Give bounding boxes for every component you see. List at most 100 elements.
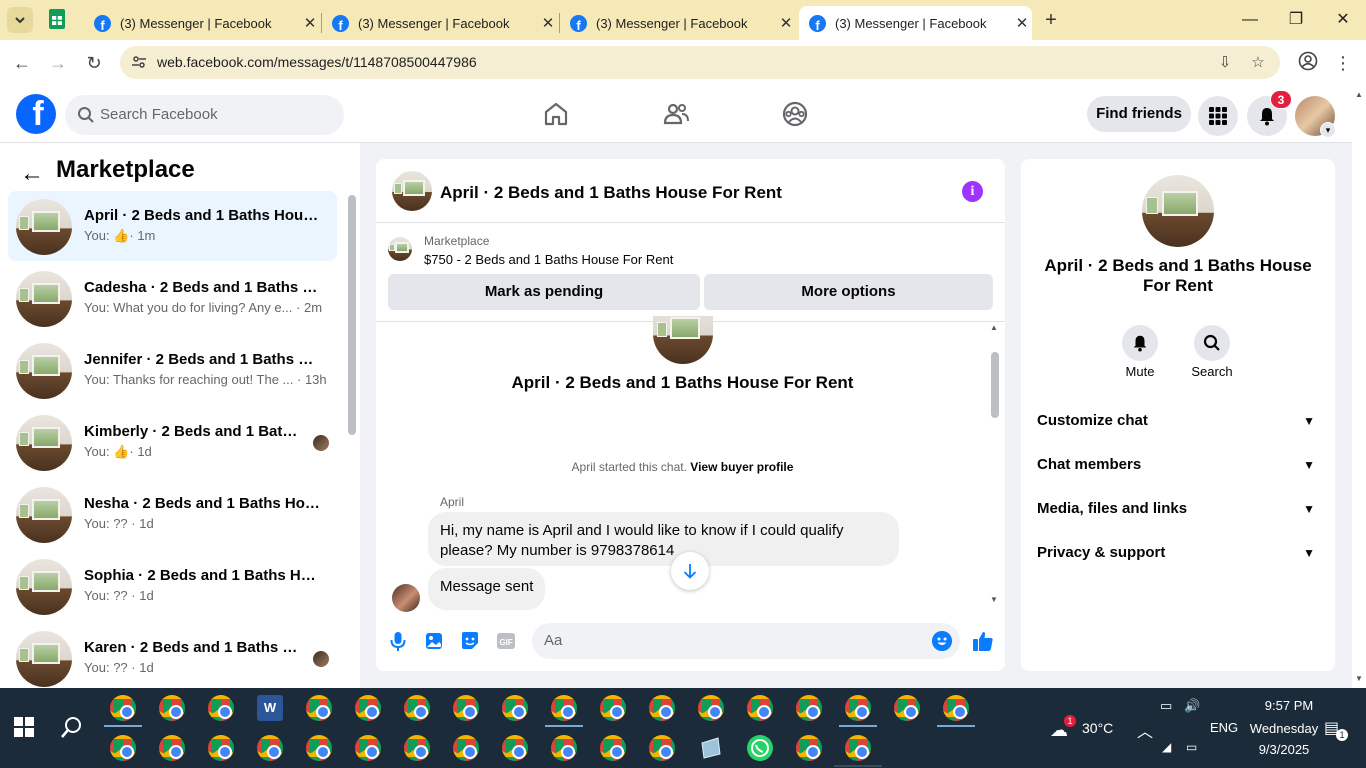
forward-button[interactable]: → [46,51,70,75]
find-friends-button[interactable]: Find friends [1087,96,1191,132]
sender-avatar[interactable] [392,584,420,612]
gif-icon[interactable]: GIF [495,630,517,652]
scroll-down-arrow[interactable]: ▼ [1355,674,1363,683]
media-files-links-section[interactable]: Media, files and links ▼ [1037,489,1319,529]
photo-icon[interactable] [423,630,445,652]
search-in-chat-button[interactable] [1194,325,1230,361]
temperature[interactable]: 30°C [1082,720,1113,736]
browser-tab-4-active[interactable]: f (3) Messenger | Facebook ✕ [799,6,1032,40]
site-info-icon[interactable] [130,54,148,72]
scroll-up-arrow[interactable]: ▲ [1355,90,1363,99]
page-scrollbar[interactable]: ▲ ▼ [1352,86,1366,688]
conversation-item[interactable]: Nesha · 2 Beds and 1 Baths Hous... You: … [8,479,337,549]
microphone-icon[interactable] [387,630,409,652]
chrome-profile-taskbar-icon[interactable] [698,695,724,721]
privacy-support-section[interactable]: Privacy & support ▼ [1037,533,1319,573]
chrome-profile-taskbar-icon[interactable] [894,695,920,721]
chrome-profile-taskbar-icon[interactable] [796,695,822,721]
emoji-icon[interactable] [932,631,952,651]
profile-icon[interactable] [1296,51,1320,75]
thumbs-up-icon[interactable] [972,630,994,652]
conversation-item[interactable]: Sophia · 2 Beds and 1 Baths Hou... You: … [8,551,337,621]
clock-time[interactable]: 9:57 PM [1254,698,1324,713]
chat-scrollbar[interactable] [991,352,999,418]
scroll-up-arrow[interactable]: ▲ [990,323,998,332]
conversation-item[interactable]: Jennifer · 2 Beds and 1 Baths Ho... You:… [8,335,337,405]
info-icon[interactable]: i [962,181,983,202]
sidebar-scrollbar[interactable] [348,195,356,435]
browser-tab-1[interactable]: f (3) Messenger | Facebook ✕ [84,6,320,40]
listing-thumbnail[interactable] [392,171,432,211]
close-icon[interactable]: ✕ [538,14,558,32]
chrome-profile-taskbar-icon[interactable] [355,695,381,721]
chevron-up-icon[interactable]: ︿ [1137,718,1153,742]
chrome-profile-taskbar-icon[interactable] [649,735,675,761]
chrome-menu-icon[interactable]: ⋮ [1331,51,1355,75]
chrome-profile-taskbar-icon[interactable] [110,735,136,761]
reload-button[interactable]: ↻ [82,51,106,75]
chrome-profile-taskbar-icon[interactable] [159,695,185,721]
new-tab-button[interactable]: + [1040,9,1062,31]
chrome-profile-taskbar-icon[interactable] [208,695,234,721]
mark-pending-button[interactable]: Mark as pending [388,274,700,310]
chrome-profile-taskbar-icon[interactable] [355,735,381,761]
chrome-profile-taskbar-icon[interactable] [551,735,577,761]
friends-icon[interactable] [662,100,690,128]
listing-price[interactable]: $750 - 2 Beds and 1 Baths House For Rent [424,252,673,267]
sheets-pinned-tab[interactable] [48,8,72,32]
chat-members-section[interactable]: Chat members ▼ [1037,445,1319,485]
chevron-down-icon[interactable]: ▾ [1320,122,1336,138]
battery-icon[interactable]: ▭ [1186,740,1197,754]
minimize-button[interactable]: — [1238,8,1262,32]
back-arrow-icon[interactable]: ← [20,160,44,188]
chrome-profile-taskbar-icon[interactable] [502,695,528,721]
calculator-app-icon[interactable] [698,735,724,761]
facebook-logo[interactable]: f [16,94,56,134]
chrome-profile-taskbar-icon[interactable] [404,735,430,761]
chrome-profile-taskbar-icon[interactable] [600,695,626,721]
view-buyer-profile-link[interactable]: View buyer profile [690,460,793,474]
chrome-taskbar-icon[interactable] [110,695,136,721]
meet-now-icon[interactable]: ▭ [1160,698,1172,714]
chrome-profile-taskbar-icon[interactable] [453,735,479,761]
customize-chat-section[interactable]: Customize chat ▼ [1037,401,1319,441]
chrome-profile-taskbar-icon[interactable] [747,695,773,721]
browser-tab-3[interactable]: f (3) Messenger | Facebook ✕ [560,6,796,40]
address-bar[interactable]: web.facebook.com/messages/t/114870850044… [120,46,1280,79]
network-icon[interactable]: ◢ [1162,740,1171,754]
word-taskbar-icon[interactable]: W [257,695,283,721]
chrome-profile-taskbar-icon[interactable] [943,695,969,721]
message-input[interactable]: Aa [532,623,960,659]
home-icon[interactable] [542,100,570,128]
groups-icon[interactable] [781,100,809,128]
browser-tab-2[interactable]: f (3) Messenger | Facebook ✕ [322,6,558,40]
search-icon[interactable] [60,715,84,739]
chrome-profile-taskbar-icon[interactable] [159,735,185,761]
chrome-profile-taskbar-icon[interactable] [551,695,577,721]
message-bubble[interactable]: Message sent [428,568,546,610]
tab-search-button[interactable] [7,7,33,33]
chrome-profile-taskbar-icon[interactable] [649,695,675,721]
conversation-item[interactable]: Cadesha · 2 Beds and 1 Baths Ho... You: … [8,263,337,333]
more-options-button[interactable]: More options [704,274,993,310]
window-close-button[interactable]: ✕ [1331,8,1355,32]
sticker-icon[interactable] [459,630,481,652]
chrome-profile-taskbar-icon[interactable] [502,735,528,761]
restore-button[interactable]: ❐ [1284,8,1308,32]
conversation-item[interactable]: April · 2 Beds and 1 Baths House... You:… [8,191,337,261]
chrome-profile-taskbar-icon[interactable] [306,695,332,721]
whatsapp-taskbar-icon[interactable] [747,735,773,761]
chrome-profile-taskbar-icon[interactable] [257,735,283,761]
close-icon[interactable]: ✕ [776,14,796,32]
scroll-to-bottom-button[interactable] [671,552,709,590]
language-indicator[interactable]: ENG [1210,720,1238,735]
volume-icon[interactable]: 🔊 [1184,698,1200,714]
bookmark-star-icon[interactable]: ☆ [1248,53,1268,73]
chrome-profile-taskbar-icon[interactable] [208,735,234,761]
conversation-item[interactable]: Karen · 2 Beds and 1 Baths Ho... You: ??… [8,623,337,693]
scroll-down-arrow[interactable]: ▼ [990,595,998,604]
message-bubble[interactable]: Hi, my name is April and I would like to… [428,512,899,566]
facebook-search[interactable]: Search Facebook [65,95,344,135]
chrome-profile-taskbar-icon[interactable] [404,695,430,721]
chrome-profile-taskbar-icon[interactable] [453,695,479,721]
